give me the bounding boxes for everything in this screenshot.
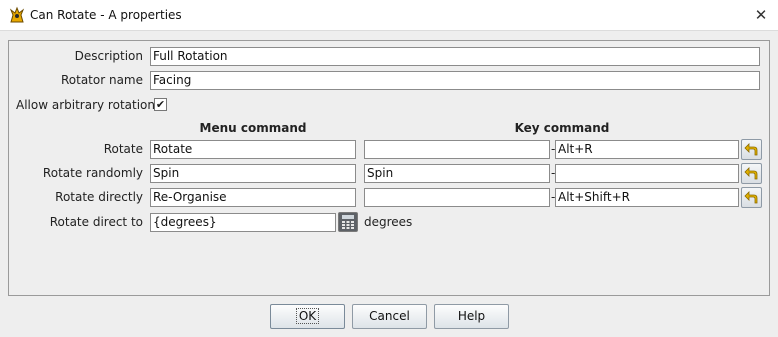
rotate-label: Rotate	[103, 142, 143, 156]
cancel-button[interactable]: Cancel	[352, 304, 427, 329]
rotate-directly-label: Rotate directly	[55, 190, 143, 204]
pawn-icon	[8, 6, 26, 24]
key-command-header: Key command	[514, 121, 610, 135]
rotate-randomly-key-name-field[interactable]: Spin	[364, 164, 550, 183]
rotate-directly-key-name-field[interactable]	[364, 188, 550, 207]
undo-arrow-icon[interactable]	[741, 163, 762, 184]
rotate-directly-menu-field[interactable]: Re-Organise	[150, 188, 356, 207]
help-button[interactable]: Help	[434, 304, 509, 329]
rotate-keystroke-field[interactable]: Alt+R	[555, 140, 739, 159]
rotate-direct-to-label: Rotate direct to	[49, 215, 143, 229]
description-label: Description	[74, 49, 143, 63]
window-title: Can Rotate - A properties	[30, 8, 182, 22]
menu-command-header: Menu command	[199, 121, 307, 135]
calculator-icon[interactable]	[338, 212, 358, 232]
description-field[interactable]: Full Rotation	[150, 47, 760, 66]
rotate-randomly-label: Rotate randomly	[42, 166, 143, 180]
degrees-unit-label: degrees	[364, 215, 413, 229]
undo-arrow-icon[interactable]	[741, 139, 762, 160]
arbitrary-rotations-label: Allow arbitrary rotations	[16, 98, 162, 112]
title-bar: Can Rotate - A properties ✕	[0, 0, 778, 31]
ok-button[interactable]: OK	[270, 304, 345, 329]
rotate-randomly-keystroke-field[interactable]	[555, 164, 739, 183]
rotate-key-name-field[interactable]	[364, 140, 550, 159]
arbitrary-rotations-checkbox[interactable]: ✔	[154, 98, 167, 111]
rotate-directly-keystroke-field[interactable]: Alt+Shift+R	[555, 188, 739, 207]
undo-arrow-icon[interactable]	[741, 187, 762, 208]
close-icon[interactable]: ✕	[746, 3, 776, 27]
rotator-name-label: Rotator name	[60, 73, 143, 87]
rotate-menu-field[interactable]: Rotate	[150, 140, 356, 159]
rotate-direct-to-field[interactable]: {degrees}	[150, 213, 336, 232]
rotate-randomly-menu-field[interactable]: Spin	[150, 164, 356, 183]
rotator-name-field[interactable]: Facing	[150, 71, 760, 90]
ok-button-label: OK	[295, 308, 320, 324]
